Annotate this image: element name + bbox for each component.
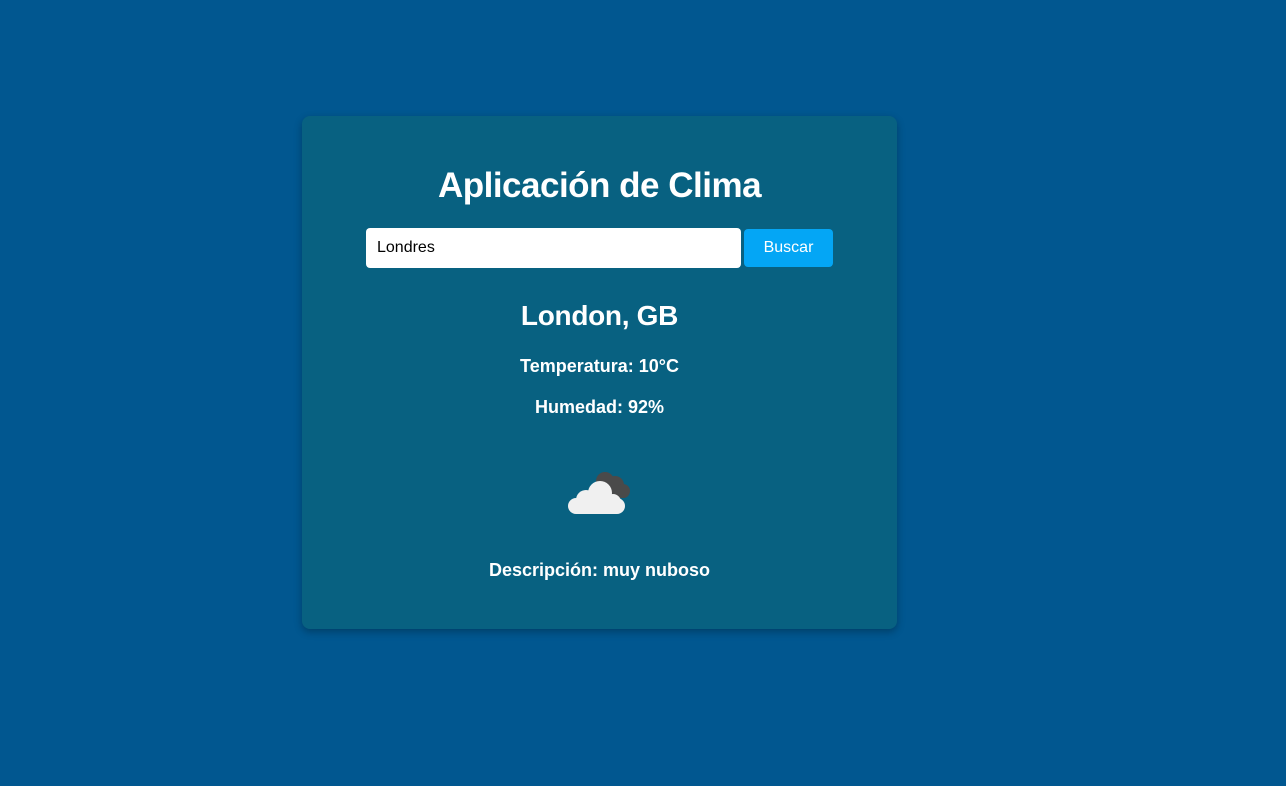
temperature-text: Temperatura: 10°C <box>520 356 679 376</box>
app-title: Aplicación de Clima <box>437 166 762 205</box>
location-name: London, GB <box>520 300 679 331</box>
weather-card: Aplicación de Clima Buscar London, GB Te… <box>302 116 897 629</box>
search-row: Buscar <box>366 228 834 268</box>
humidity-text: Humedad: 92% <box>534 397 665 417</box>
search-button[interactable]: Buscar <box>744 229 833 267</box>
description-text: Descripción: muy nuboso <box>488 560 711 580</box>
broken-clouds-icon <box>560 460 640 516</box>
city-search-input[interactable] <box>366 228 741 268</box>
